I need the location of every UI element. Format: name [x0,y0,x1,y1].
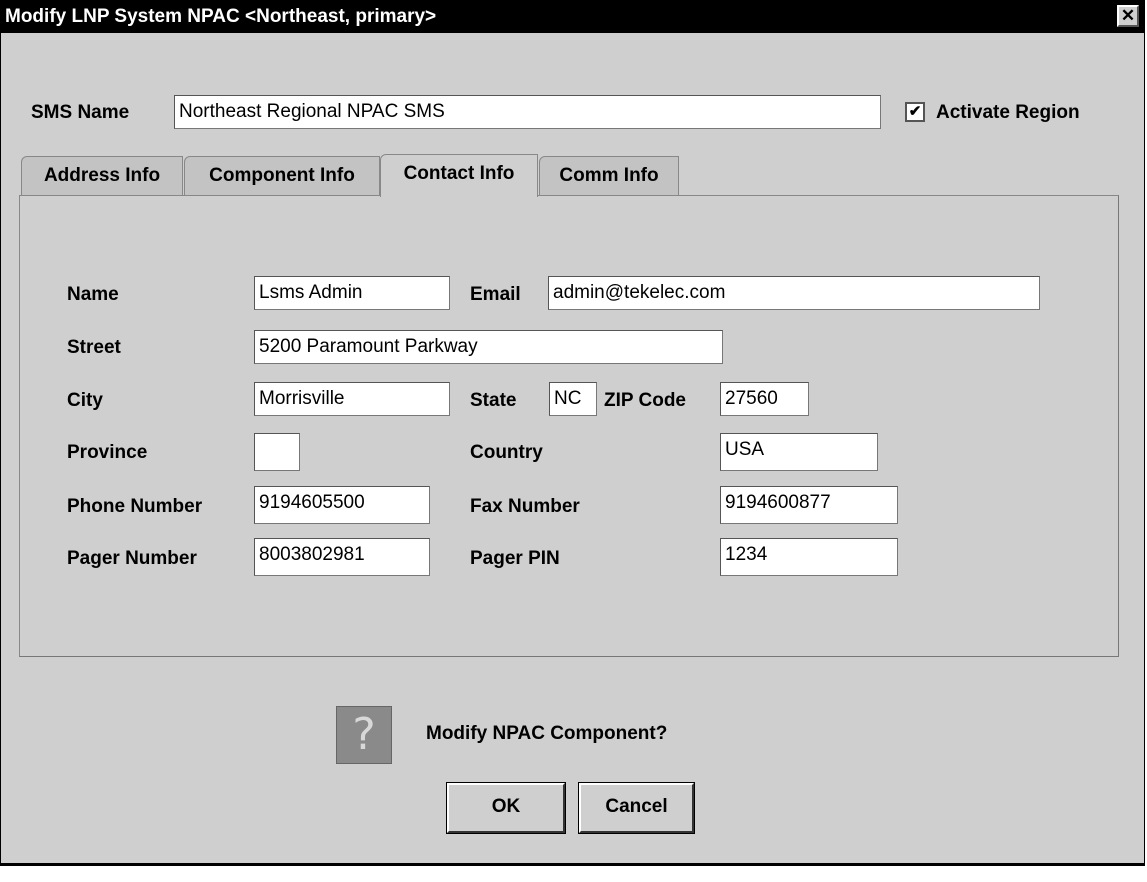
city-input[interactable]: Morrisville [254,382,450,416]
state-label: State [470,390,517,411]
name-input[interactable]: Lsms Admin [254,276,450,310]
pager-number-label: Pager Number [67,548,197,569]
phone-number-input[interactable]: 9194605500 [254,486,430,524]
zip-code-input[interactable]: 27560 [720,382,809,416]
name-label: Name [67,284,119,305]
sms-name-input[interactable]: Northeast Regional NPAC SMS [174,95,881,129]
title-bar: Modify LNP System NPAC <Northeast, prima… [1,1,1144,33]
tab-comm-info[interactable]: Comm Info [539,156,679,196]
tab-contact-info[interactable]: Contact Info [380,154,538,197]
close-icon[interactable]: ✕ [1117,5,1139,27]
country-input[interactable]: USA [720,433,878,471]
activate-region-label: Activate Region [936,102,1080,123]
fax-number-input[interactable]: 9194600877 [720,486,898,524]
email-label: Email [470,284,521,305]
pager-pin-input[interactable]: 1234 [720,538,898,576]
street-input[interactable]: 5200 Paramount Parkway [254,330,723,364]
zip-code-label: ZIP Code [604,390,686,411]
phone-number-label: Phone Number [67,496,203,517]
province-input[interactable] [254,433,300,471]
contact-info-panel [19,195,1119,657]
street-label: Street [67,337,121,358]
confirm-question: Modify NPAC Component? [426,723,668,744]
pager-number-input[interactable]: 8003802981 [254,538,430,576]
sms-name-label: SMS Name [31,102,130,123]
state-input[interactable]: NC [549,382,597,416]
country-label: Country [470,442,543,463]
activate-region-checkbox[interactable]: ✔ [905,102,925,122]
tab-component-info[interactable]: Component Info [184,156,380,196]
fax-number-label: Fax Number [470,496,580,517]
question-icon: ? [336,706,392,764]
modify-npac-dialog: Modify LNP System NPAC <Northeast, prima… [0,0,1145,866]
province-label: Province [67,442,148,463]
window-title: Modify LNP System NPAC <Northeast, prima… [5,6,437,27]
cancel-button[interactable]: Cancel [578,782,695,834]
tab-address-info[interactable]: Address Info [21,156,183,196]
email-input[interactable]: admin@tekelec.com [548,276,1040,310]
city-label: City [67,390,103,411]
pager-pin-label: Pager PIN [470,548,560,569]
ok-button[interactable]: OK [446,782,566,834]
